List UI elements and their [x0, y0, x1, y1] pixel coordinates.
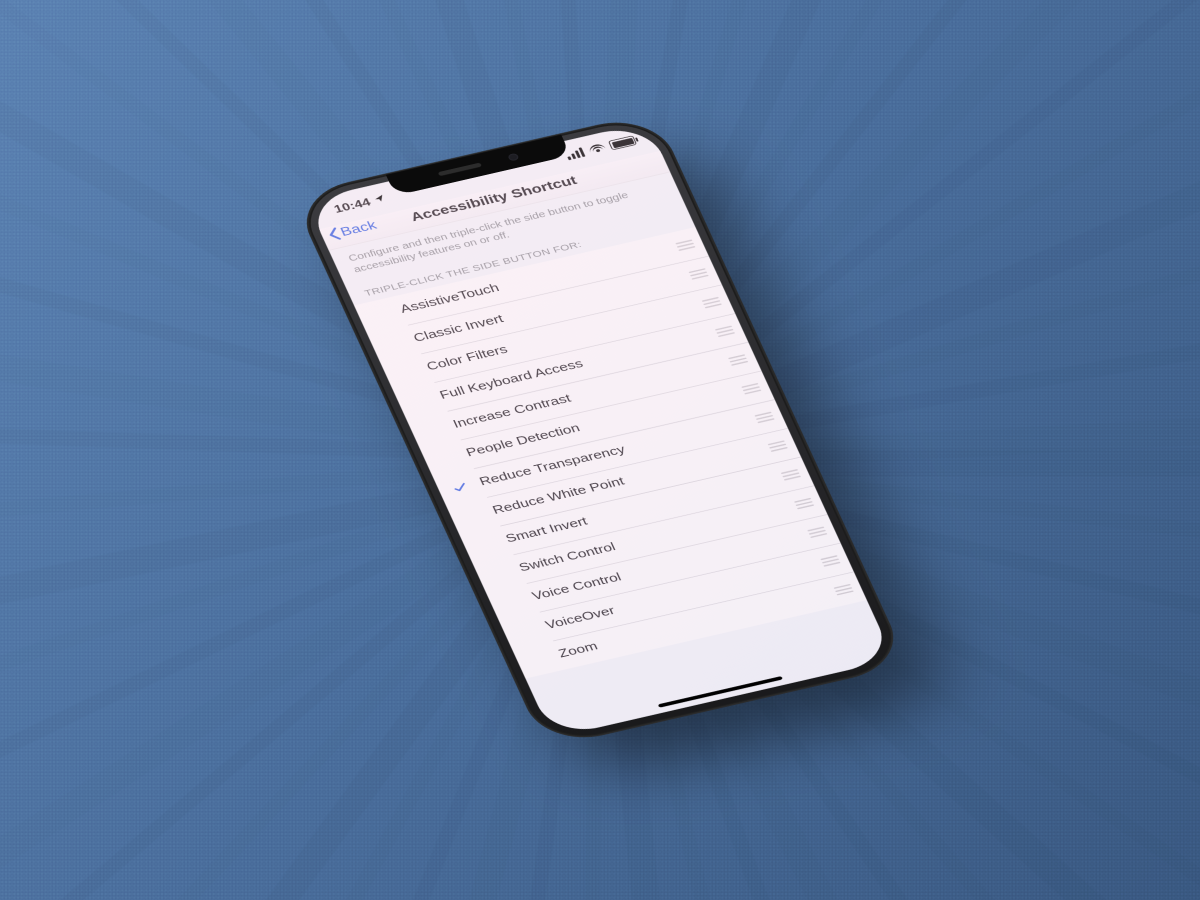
reorder-handle-icon[interactable]: [799, 524, 836, 539]
checkmark-icon: [387, 368, 428, 377]
reorder-handle-icon[interactable]: [786, 496, 823, 511]
reorder-handle-icon[interactable]: [667, 237, 704, 252]
checkmark-icon: [493, 597, 534, 606]
wifi-icon: [587, 143, 606, 154]
checkmark-icon: [479, 569, 520, 578]
front-camera: [507, 153, 519, 162]
checkmark-icon: [453, 511, 494, 520]
checkmark-icon: [427, 454, 468, 463]
status-time: 10:44: [332, 196, 372, 215]
reorder-handle-icon[interactable]: [772, 467, 809, 482]
reorder-handle-icon[interactable]: [746, 410, 783, 425]
checkmark-icon: [519, 655, 560, 664]
reorder-handle-icon[interactable]: [759, 438, 796, 453]
checkmark-icon: [466, 540, 507, 549]
location-icon: [372, 193, 388, 207]
speaker-grille: [438, 163, 482, 177]
checkmark-icon: [374, 339, 415, 348]
checkmark-icon: [400, 396, 441, 405]
checkmark-icon: [506, 626, 547, 635]
checkmark-icon: [361, 310, 402, 319]
reorder-handle-icon[interactable]: [720, 352, 757, 367]
reorder-handle-icon[interactable]: [693, 295, 730, 310]
cell-signal-icon: [565, 147, 586, 160]
battery-icon: [608, 135, 637, 150]
reorder-handle-icon[interactable]: [680, 266, 717, 281]
reorder-handle-icon[interactable]: [733, 381, 770, 396]
reorder-handle-icon[interactable]: [812, 553, 849, 568]
checkmark-icon: [437, 477, 482, 497]
reorder-handle-icon[interactable]: [825, 582, 862, 597]
checkmark-icon: [413, 425, 454, 434]
reorder-handle-icon[interactable]: [707, 323, 744, 338]
